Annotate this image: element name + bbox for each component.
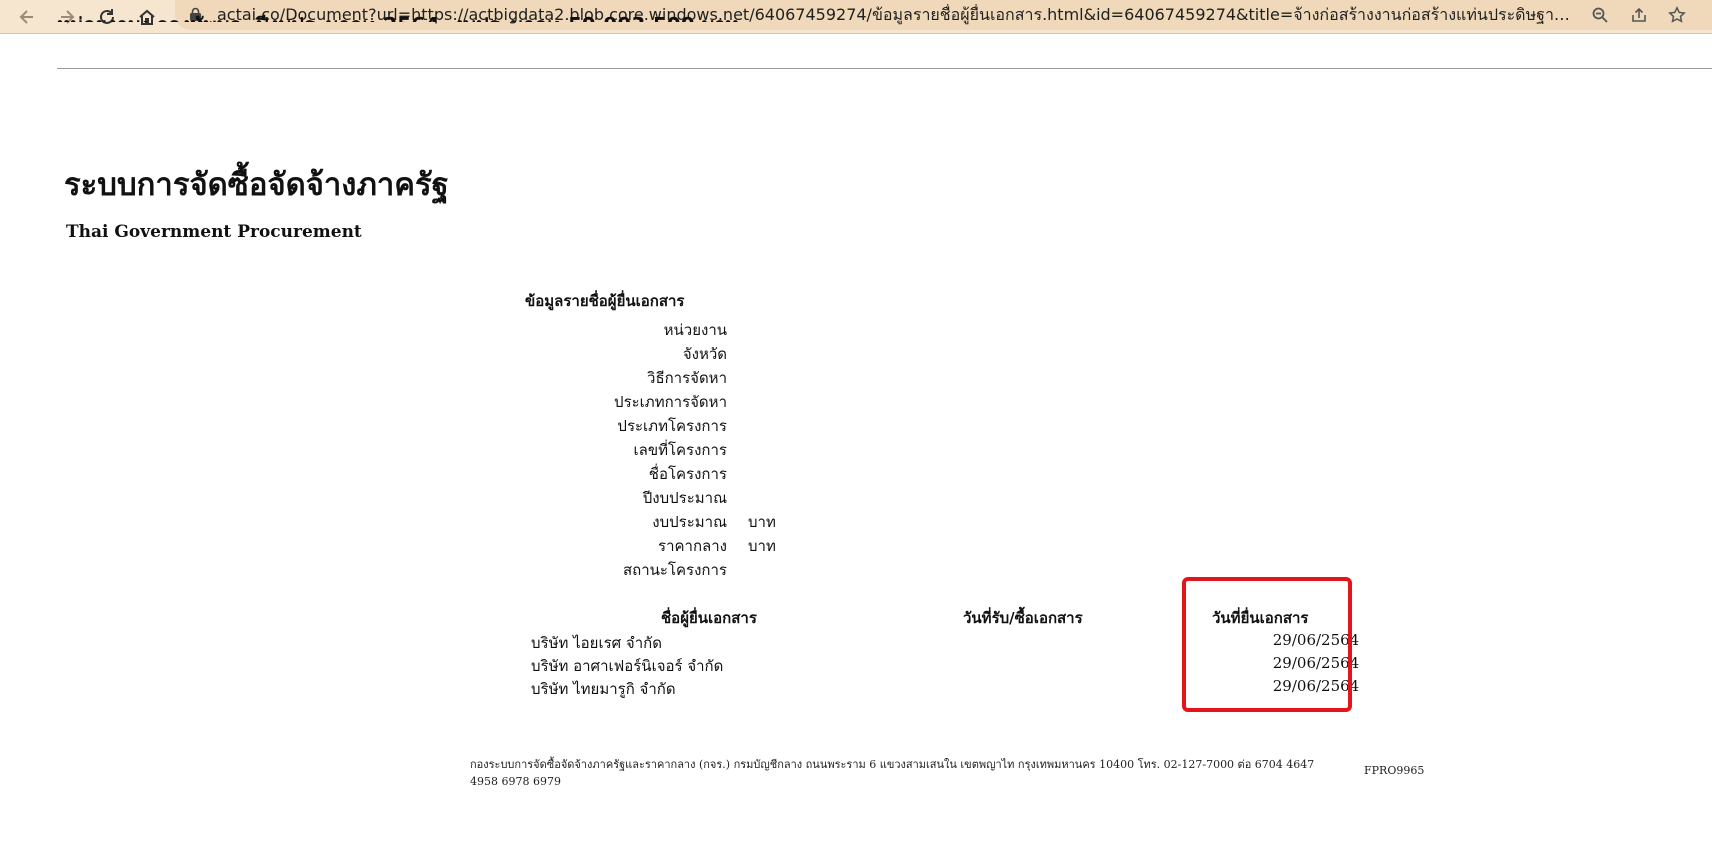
info-label: สถานะโครงการ — [622, 561, 727, 579]
submitter-name: บริษัท ไอยเรศ จำกัด — [531, 634, 662, 652]
header-received-date: วันที่รับ/ซื้อเอกสาร — [963, 609, 1083, 627]
submitter-name: บริษัท อาศาเฟอร์นิเจอร์ จำกัด — [531, 657, 724, 675]
info-row: เลขที่โครงการ — [520, 436, 820, 460]
info-label: วิธีการจัดหา — [647, 369, 727, 387]
info-row: ชื่อโครงการ — [520, 460, 820, 484]
info-label: เลขที่โครงการ — [633, 441, 728, 459]
zoom-button[interactable] — [1589, 4, 1611, 26]
zoom-icon — [1592, 7, 1608, 23]
share-icon — [1632, 7, 1646, 22]
bookmark-star-icon — [1668, 6, 1686, 23]
info-label: งบประมาณ — [652, 513, 727, 531]
info-row: ประเภทโครงการ — [520, 412, 820, 436]
info-unit: บาท — [748, 537, 776, 555]
highlight-annotation-box — [1182, 577, 1352, 712]
page-subtitle: Thai Government Procurement — [66, 222, 362, 242]
info-label: ราคากลาง — [658, 537, 727, 555]
section-title: ข้อมูลรายชื่อผู้ยื่นเอกสาร — [525, 292, 685, 310]
info-unit: บาท — [748, 513, 776, 531]
info-row: ประเภทการจัดหา — [520, 388, 820, 412]
footer-page-code: FPRO9965 — [1364, 764, 1425, 777]
info-row: ปีงบประมาณ — [520, 484, 820, 508]
submitter-name: บริษัท ไทยมารูกิ จำกัด — [531, 680, 676, 698]
info-label: ประเภทโครงการ — [617, 417, 727, 435]
info-row: สถานะโครงการ — [520, 556, 820, 580]
back-button[interactable] — [13, 3, 41, 31]
info-label: ปีงบประมาณ — [642, 489, 727, 507]
divider — [57, 68, 1712, 69]
project-info: หน่วยงาน จังหวัด วิธีการจัดหา ประเภทการจ… — [520, 316, 820, 580]
info-label: หน่วยงาน — [663, 321, 727, 339]
footer-address: กองระบบการจัดซื้อจัดจ้างภาครัฐและราคากลา… — [470, 758, 1315, 788]
bookmark-button[interactable] — [1666, 4, 1688, 26]
cut-off-header: หน่วยงาน: กองทัพบก, ปีงบประมาณ: 2564, งบ… — [57, 8, 739, 22]
info-row: ราคากลาง บาท — [520, 532, 820, 556]
info-row: งบประมาณ บาท — [520, 508, 820, 532]
share-button[interactable] — [1628, 4, 1650, 26]
header-submitter-name: ชื่อผู้ยื่นเอกสาร — [661, 609, 757, 627]
back-icon — [19, 10, 33, 24]
info-label: ประเภทการจัดหา — [614, 393, 727, 411]
info-label: ชื่อโครงการ — [648, 465, 727, 483]
info-row: จังหวัด — [520, 340, 820, 364]
page-title: ระบบการจัดซื้อจัดจ้างภาครัฐ — [64, 167, 449, 203]
info-label: จังหวัด — [682, 345, 727, 363]
info-row: หน่วยงาน — [520, 316, 820, 340]
info-row: วิธีการจัดหา — [520, 364, 820, 388]
